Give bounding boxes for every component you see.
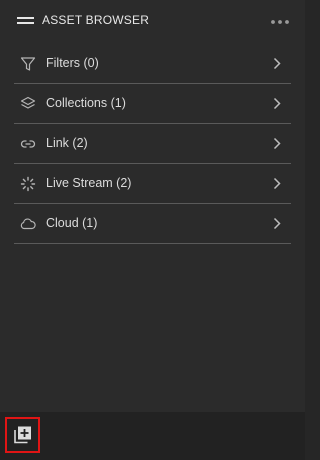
panel-footer bbox=[0, 412, 305, 460]
asset-category-list: Filters (0) Collections (1) Link (2) Liv… bbox=[14, 44, 291, 244]
more-options-icon[interactable] bbox=[270, 17, 290, 27]
add-collection-button[interactable] bbox=[5, 417, 40, 453]
list-item-label: Live Stream (2) bbox=[46, 176, 132, 190]
list-item-collections[interactable]: Collections (1) bbox=[14, 84, 291, 124]
list-item-live-stream[interactable]: Live Stream (2) bbox=[14, 164, 291, 204]
add-collection-icon bbox=[14, 426, 31, 444]
list-item-label: Filters (0) bbox=[46, 56, 99, 70]
chevron-right-icon bbox=[273, 137, 281, 150]
layers-icon bbox=[20, 96, 36, 112]
list-item-filters[interactable]: Filters (0) bbox=[14, 44, 291, 84]
asset-browser-panel: ASSET BROWSER Filters (0) Collections (1… bbox=[0, 0, 305, 460]
link-icon bbox=[20, 136, 36, 152]
list-item-cloud[interactable]: Cloud (1) bbox=[14, 204, 291, 244]
list-item-label: Link (2) bbox=[46, 136, 88, 150]
chevron-right-icon bbox=[273, 177, 281, 190]
list-item-label: Cloud (1) bbox=[46, 216, 98, 230]
chevron-right-icon bbox=[273, 57, 281, 70]
list-item-link[interactable]: Link (2) bbox=[14, 124, 291, 164]
panel-header: ASSET BROWSER bbox=[0, 0, 305, 42]
list-item-label: Collections (1) bbox=[46, 96, 126, 110]
panel-title: ASSET BROWSER bbox=[42, 13, 150, 27]
loading-spinner-icon bbox=[20, 176, 36, 192]
hamburger-icon[interactable] bbox=[17, 15, 35, 27]
chevron-right-icon bbox=[273, 217, 281, 230]
cloud-icon bbox=[20, 216, 36, 232]
filter-icon bbox=[20, 56, 36, 72]
chevron-right-icon bbox=[273, 97, 281, 110]
